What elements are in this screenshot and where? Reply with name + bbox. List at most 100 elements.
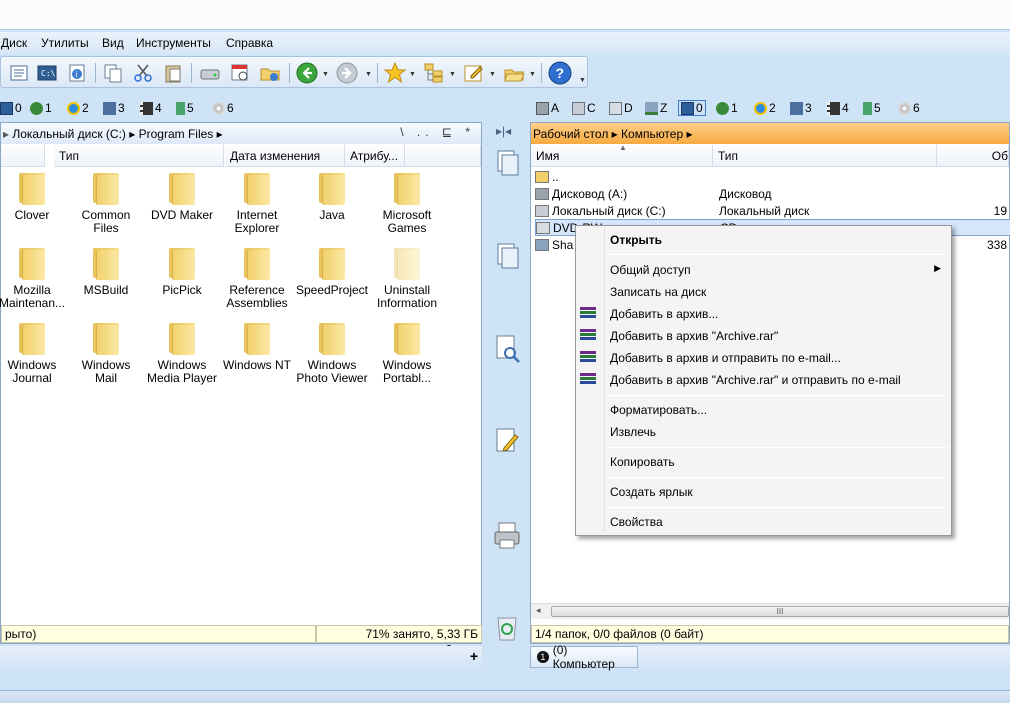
breadcrumb-item[interactable]: Компьютер [621,127,683,141]
drive-c[interactable]: C [572,101,596,115]
column-header-blank[interactable] [1,145,45,167]
drive-5[interactable]: 5 [863,101,881,115]
breadcrumb-item[interactable]: Локальный диск (C:) [12,127,126,141]
folder-item[interactable]: SpeedProject [293,246,371,297]
path-tools-icon[interactable]: \ .. ⊑ * [400,125,475,139]
folder-item[interactable]: Java [293,171,371,222]
drive-0-selected[interactable]: 0 [678,100,706,116]
menu-utilities[interactable]: Утилиты [41,36,89,50]
info-icon[interactable]: i [65,61,89,85]
table-row[interactable]: Локальный диск (C:) Локальный диск 19 [535,202,1010,219]
folder-item[interactable]: DVD Maker [143,171,221,222]
folder-item[interactable]: PicPick [143,246,221,297]
scroll-left-icon[interactable]: ◂ [536,605,541,616]
favorites-icon[interactable] [383,61,407,85]
folder-label: Windows NT [222,358,291,372]
scroll-thumb[interactable]: III [551,606,1009,617]
copy-to-panel-icon[interactable] [492,147,522,179]
folder-label: Clover [14,208,50,222]
open-icon[interactable] [502,61,526,85]
drive-3[interactable]: 3 [790,101,812,115]
paste-icon[interactable] [161,61,185,85]
folder-item[interactable]: Clover [0,171,71,222]
forward-icon[interactable] [335,61,359,85]
recycle-bin-icon[interactable] [492,612,522,644]
folder-item[interactable]: Internet Explorer [218,171,296,235]
breadcrumb-item[interactable]: Program Files [139,127,214,141]
drive-info-icon[interactable] [198,61,222,85]
view-file-icon[interactable] [492,333,522,365]
print-icon[interactable] [492,520,522,552]
menu-item-copy[interactable]: Копировать [610,455,675,469]
column-header-size[interactable]: Об [937,145,1009,167]
drive-0[interactable]: 0 [0,101,22,115]
column-header-date[interactable]: Дата изменения [225,145,345,167]
drive-4[interactable]: 4 [827,101,849,115]
menu-item-format[interactable]: Форматировать... [610,403,707,417]
edit-file-icon[interactable] [492,426,522,458]
menu-item-add-archive-rar[interactable]: Добавить в архив "Archive.rar" [610,329,778,343]
drive-4[interactable]: 4 [140,101,162,115]
folder-item[interactable]: Windows Portabl... [368,321,446,385]
horizontal-scrollbar[interactable]: ◂ III [531,603,1009,619]
copy-icon[interactable] [101,61,125,85]
breadcrumb-item[interactable]: Рабочий стол [533,127,608,141]
column-header-type[interactable]: Тип [54,145,224,167]
drive-a[interactable]: A [536,101,559,115]
console-icon[interactable]: C:\ [35,61,59,85]
right-tab-bar: 1 (0) Компьютер [530,643,1010,671]
back-icon[interactable] [295,61,319,85]
menu-item-share[interactable]: Общий доступ [610,263,691,277]
menu-item-open[interactable]: Открыть [610,233,662,247]
drive-3[interactable]: 3 [103,101,125,115]
menu-item-burn[interactable]: Записать на диск [610,285,706,299]
swap-panels-icon[interactable]: ▸|◂ [496,124,511,138]
drive-6[interactable]: 6 [212,101,234,115]
folder-item[interactable]: Reference Assemblies [218,246,296,310]
drive-d[interactable]: D [609,101,633,115]
folder-item[interactable]: Windows Journal [0,321,71,385]
drive-z[interactable]: Z [645,101,667,115]
folder-item[interactable]: Microsoft Games [368,171,446,235]
column-header-attr[interactable]: Атрибу... [345,145,405,167]
folder-item[interactable]: Windows NT [218,321,296,372]
folder-item[interactable]: Windows Mail [67,321,145,385]
menu-item-add-archive[interactable]: Добавить в архив... [610,307,718,321]
folder-item[interactable]: Common Files [67,171,145,235]
menu-help[interactable]: Справка [226,36,273,50]
open-folder-icon[interactable] [258,61,282,85]
find-icon[interactable] [228,61,252,85]
move-to-panel-icon[interactable] [492,240,522,272]
tab-computer[interactable]: 1 (0) Компьютер [530,643,638,671]
ie-icon [67,101,80,115]
drive-2[interactable]: 2 [754,101,776,115]
drive-6[interactable]: 6 [898,101,920,115]
folder-item[interactable]: Windows Photo Viewer [293,321,371,385]
properties-icon[interactable] [7,61,31,85]
drive-2[interactable]: 2 [67,101,89,115]
drive-1[interactable]: 1 [30,101,52,115]
folder-item[interactable]: MSBuild [67,246,145,297]
menu-view[interactable]: Вид [102,36,124,50]
add-tab-button[interactable]: + [470,648,478,664]
menu-item-create-shortcut[interactable]: Создать ярлык [610,485,693,499]
folder-tree-icon[interactable] [422,61,446,85]
table-row[interactable]: Дисковод (A:) Дисковод [535,185,1010,202]
menu-disk[interactable]: Диск [1,36,27,50]
menu-item-add-archive-email[interactable]: Добавить в архив и отправить по e-mail..… [610,351,841,365]
edit-icon[interactable] [462,61,486,85]
table-row[interactable]: .. [535,168,1010,185]
folder-item[interactable]: Mozilla Maintenan... [0,246,71,310]
menu-item-add-archive-rar-email[interactable]: Добавить в архив "Archive.rar" и отправи… [610,373,901,387]
drive-5[interactable]: 5 [176,101,194,115]
column-header-type[interactable]: Тип [713,145,937,167]
help-icon[interactable]: ? [548,61,572,85]
menu-item-eject[interactable]: Извлечь [610,425,656,439]
drive-1[interactable]: 1 [716,101,738,115]
folder-item[interactable]: Windows Media Player [143,321,221,385]
cut-icon[interactable] [131,61,155,85]
menu-tools[interactable]: Инструменты [136,36,211,50]
menu-item-properties[interactable]: Свойства [610,515,663,529]
folder-label: SpeedProject [295,283,369,297]
folder-item[interactable]: Uninstall Information [368,246,446,310]
